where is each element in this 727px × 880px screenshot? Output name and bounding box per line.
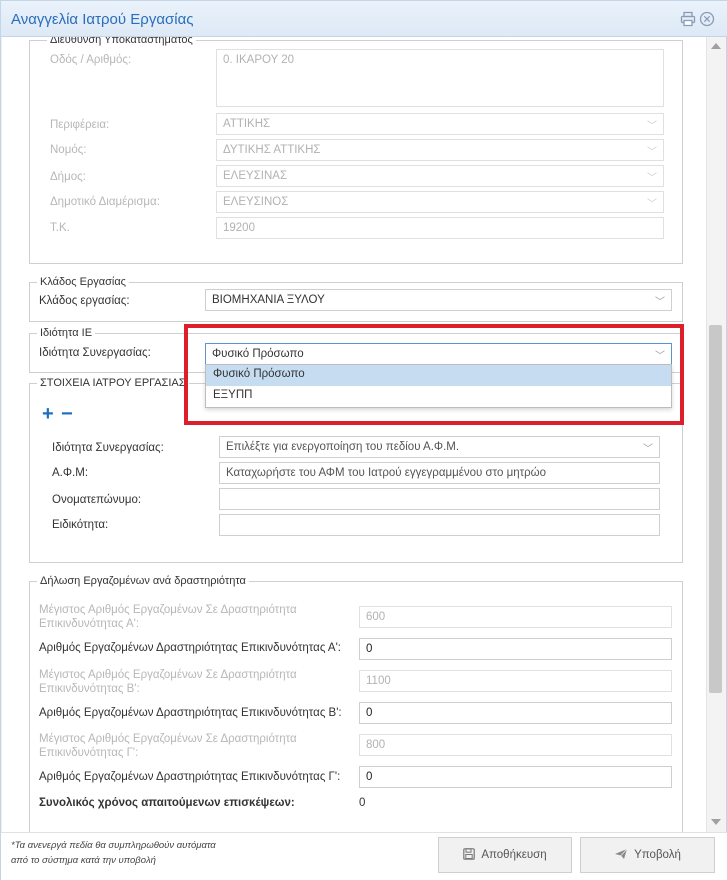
count-b-input[interactable]: 0 [359, 702, 672, 724]
max-c-field: 800 [359, 734, 672, 756]
fullname-input[interactable] [219, 488, 660, 510]
fullname-label: Ονοματεπώνυμο: [52, 494, 142, 506]
municipality-select: ΕΛΕΥΣΙΝΑΣ ﹀ [216, 165, 664, 187]
total-visits-label: Συνολικός χρόνος απαιτούμενων επισκέψεων… [39, 797, 295, 809]
doctor-coop-label: Ιδιότητα Συνεργασίας: [52, 442, 164, 454]
prefecture-value: ΔΥΤΙΚΗΣ ΑΤΤΙΚΗΣ [223, 144, 321, 156]
max-b-label: Μέγιστος Αριθμός Εργαζομένων Σε Δραστηρι… [39, 668, 297, 696]
max-c-label-line2: Επικινδυνότητας Γ': [39, 747, 139, 759]
street-value: 0. ΙΚΑΡΟΥ 20 [223, 54, 295, 66]
afm-placeholder: Καταχωρήστε του ΑΦΜ του Ιατρού εγγεγραμμ… [226, 467, 547, 479]
save-button-label: Αποθήκευση [481, 849, 547, 861]
ie-coop-label: Ιδιότητα Συνεργασίας: [39, 347, 151, 359]
postal-code-field: 19200 [216, 217, 664, 239]
modal-window: Αναγγελία Ιατρού Εργασίας Διεύθυνση Υποκ… [0, 0, 727, 880]
region-value: ΑΤΤΙΚΗΣ [223, 118, 271, 130]
max-b-value: 1100 [366, 675, 391, 687]
prefecture-select: ΔΥΤΙΚΗΣ ΑΤΤΙΚΗΣ ﹀ [216, 139, 664, 161]
specialty-input[interactable] [219, 514, 660, 536]
chevron-down-icon: ﹀ [647, 121, 657, 132]
street-label: Οδός / Αριθμός: [50, 54, 132, 66]
postal-code-value: 19200 [223, 222, 255, 234]
sector-label: Κλάδος εργασίας: [39, 295, 130, 307]
doctor-legend: ΣΤΟΙΧΕΙΑ ΙΑΤΡΟΥ ΕΡΓΑΣΙΑΣ [37, 377, 189, 389]
afm-label: Α.Φ.Μ: [52, 467, 89, 479]
afm-input[interactable]: Καταχωρήστε του ΑΦΜ του Ιατρού εγγεγραμμ… [219, 462, 660, 484]
chevron-down-icon: ﹀ [643, 444, 653, 455]
form-content: Διεύθυνση Υποκαταστήματος Οδός / Αριθμός… [1, 37, 706, 832]
max-a-label-line2: Επικινδυνότητας Α': [39, 618, 140, 630]
submit-button-label: Υποβολή [634, 849, 681, 861]
window-title: Αναγγελία Ιατρού Εργασίας [11, 11, 194, 28]
total-visits-value: 0 [359, 797, 366, 809]
scrollbar-thumb[interactable] [709, 325, 722, 693]
region-select: ΑΤΤΙΚΗΣ ﹀ [216, 113, 664, 135]
chevron-down-icon: ﹀ [647, 173, 657, 184]
scroll-up-icon[interactable] [711, 43, 721, 49]
region-label: Περιφέρεια: [50, 119, 110, 131]
chevron-down-icon: ﹀ [647, 199, 657, 210]
scroll-down-icon[interactable] [711, 819, 721, 825]
title-bar: Αναγγελία Ιατρού Εργασίας [1, 1, 727, 37]
max-a-value: 600 [366, 611, 386, 623]
max-a-field: 600 [359, 606, 672, 628]
municipality-value: ΕΛΕΥΣΙΝΑΣ [223, 170, 288, 182]
employees-legend: Δήλωση Εργαζομένων ανά δραστηριότητα [37, 575, 249, 587]
save-button[interactable]: Αποθήκευση [438, 837, 572, 873]
prefecture-label: Νομός: [50, 144, 87, 156]
district-label: Δημοτικό Διαμέρισμα: [50, 196, 160, 208]
chevron-down-icon: ﹀ [647, 147, 657, 158]
count-b-label: Αριθμός Εργαζομένων Δραστηριότητας Επικι… [39, 707, 342, 719]
max-c-label-line1: Μέγιστος Αριθμός Εργαζομένων Σε Δραστηρι… [39, 733, 297, 745]
floppy-disk-icon [463, 847, 476, 863]
max-a-label-line1: Μέγιστος Αριθμός Εργαζομένων Σε Δραστηρι… [39, 604, 297, 616]
footer-note-line2: από το σύστημα κατά την υποβολή [11, 855, 156, 866]
sector-select[interactable]: ΒΙΟΜΗΧΑΝΙΑ ΞΥΛΟΥ ﹀ [205, 289, 672, 311]
max-a-label: Μέγιστος Αριθμός Εργαζομένων Σε Δραστηρι… [39, 603, 297, 631]
count-c-value: 0 [366, 771, 373, 783]
postal-code-label: Τ.Κ. [50, 222, 70, 234]
footer: *Τα ανενεργά πεδία θα συμπληρωθούν αυτόμ… [1, 832, 727, 880]
count-c-label: Αριθμός Εργαζομένων Δραστηριότητας Επικι… [39, 771, 341, 783]
count-a-input[interactable]: 0 [359, 638, 672, 660]
sector-legend: Κλάδος Εργασίας [37, 276, 129, 288]
highlight-box [184, 324, 684, 425]
max-b-field: 1100 [359, 670, 672, 692]
close-icon[interactable] [699, 11, 715, 27]
ie-legend: Ιδιότητα ΙΕ [37, 327, 96, 339]
specialty-label: Ειδικότητα: [52, 519, 109, 531]
count-a-label: Αριθμός Εργαζομένων Δραστηριότητας Επικι… [39, 642, 341, 654]
max-c-label: Μέγιστος Αριθμός Εργαζομένων Σε Δραστηρι… [39, 732, 297, 760]
doctor-coop-select[interactable]: Επιλέξτε για ενεργοποίηση του πεδίου Α.Φ… [219, 436, 660, 458]
print-icon[interactable] [680, 11, 696, 27]
submit-button[interactable]: Υποβολή [580, 837, 715, 873]
count-c-input[interactable]: 0 [359, 766, 672, 788]
district-select: ΕΛΕΥΣΙΝΟΣ ﹀ [216, 191, 664, 213]
add-icon[interactable]: + [42, 404, 54, 424]
count-a-value: 0 [366, 643, 373, 655]
paper-plane-icon [614, 848, 628, 863]
district-value: ΕΛΕΥΣΙΝΟΣ [223, 196, 289, 208]
max-b-label-line1: Μέγιστος Αριθμός Εργαζομένων Σε Δραστηρι… [39, 669, 297, 681]
scrollbar[interactable] [706, 37, 726, 832]
max-c-value: 800 [366, 739, 386, 751]
doctor-coop-placeholder: Επιλέξτε για ενεργοποίηση του πεδίου Α.Φ… [226, 441, 460, 453]
municipality-label: Δήμος: [50, 171, 86, 183]
remove-icon[interactable]: − [61, 404, 73, 424]
street-field: 0. ΙΚΑΡΟΥ 20 [216, 49, 664, 107]
sector-value: ΒΙΟΜΗΧΑΝΙΑ ΞΥΛΟΥ [212, 294, 325, 306]
max-b-label-line2: Επικινδυνότητας Β': [39, 683, 140, 695]
footer-note-line1: *Τα ανενεργά πεδία θα συμπληρωθούν αυτόμ… [11, 840, 216, 851]
count-b-value: 0 [366, 707, 373, 719]
chevron-down-icon: ﹀ [655, 297, 665, 308]
address-legend: Διεύθυνση Υποκαταστήματος [47, 37, 196, 46]
